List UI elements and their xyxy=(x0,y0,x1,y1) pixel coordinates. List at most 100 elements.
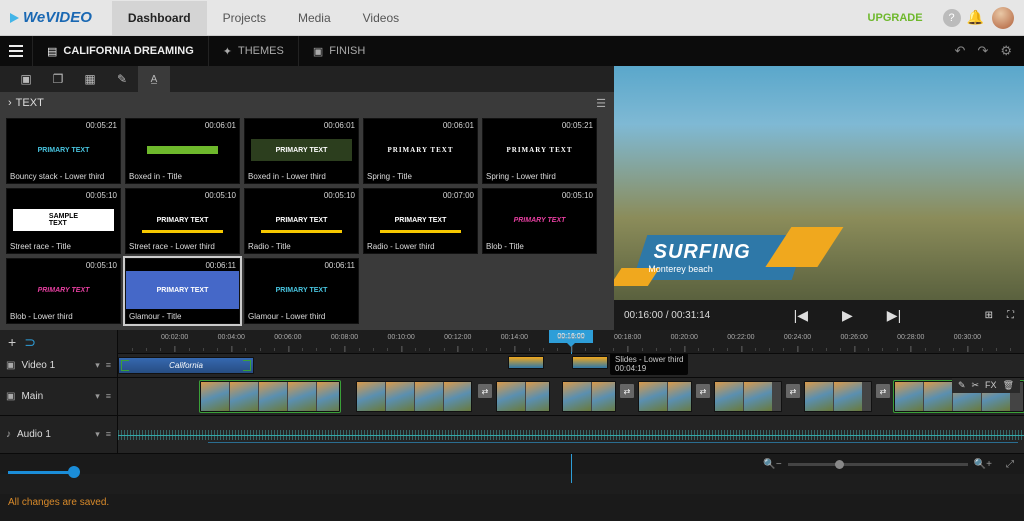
thumb-preview: PRIMARY TEXT xyxy=(489,139,590,161)
thumb-preview: PRIMARY TEXT xyxy=(132,139,233,161)
thumb-duration: 00:05:10 xyxy=(86,191,117,200)
add-track-control[interactable]: + ⊃ xyxy=(0,330,118,354)
fullscreen-icon[interactable]: ⛶ xyxy=(1007,310,1014,321)
undo-icon[interactable]: ↶ xyxy=(955,43,966,59)
text-preset-thumb[interactable]: 00:06:01PRIMARY TEXTBoxed in - Lower thi… xyxy=(244,118,359,184)
redo-icon[interactable]: ↷ xyxy=(977,43,988,59)
main-track[interactable]: ✎ ✂ FX 🗑 ⇄ ⇄ ⇄ ⇄ ⇄ xyxy=(118,378,1024,415)
finish-icon: ▣ xyxy=(313,45,323,58)
zoom-in-icon[interactable]: 🔍+ xyxy=(974,459,992,470)
delete-clip-icon[interactable]: 🗑 xyxy=(1003,380,1014,391)
text-preset-thumb[interactable]: 00:07:00PRIMARY TEXTRadio - Lower third xyxy=(363,188,478,254)
main-clip-3[interactable] xyxy=(496,381,550,412)
text-preset-thumb[interactable]: 00:05:21PRIMARY TEXTBouncy stack - Lower… xyxy=(6,118,121,184)
ruler-tick: 00:30:00 xyxy=(954,334,981,341)
upgrade-link[interactable]: UPGRADE xyxy=(868,12,923,24)
magnet-icon[interactable]: ⊃ xyxy=(24,334,36,351)
thumb-label: Spring - Lower third xyxy=(483,170,596,183)
thumb-duration: 00:05:10 xyxy=(324,191,355,200)
main-clip-5[interactable] xyxy=(638,381,692,412)
next-frame-icon[interactable]: ▶| xyxy=(887,307,901,324)
main-clip-2[interactable] xyxy=(356,381,472,412)
text-preset-thumb[interactable]: 00:06:11PRIMARY TEXTGlamour - Lower thir… xyxy=(244,258,359,324)
text-tab-icon[interactable]: A̲ xyxy=(138,66,170,92)
text-preset-thumb[interactable]: 00:05:21PRIMARY TEXTSpring - Lower third xyxy=(482,118,597,184)
zoom-out-icon[interactable]: 🔍− xyxy=(763,459,781,470)
frames-tab-icon[interactable]: ▦ xyxy=(74,66,106,92)
transition-2[interactable]: ⇄ xyxy=(620,384,634,398)
ruler-tick: 00:16:00 xyxy=(557,334,584,341)
chevron-right-icon[interactable]: › xyxy=(8,97,12,109)
track-expand-icon[interactable]: ▾ xyxy=(95,360,100,371)
avatar[interactable] xyxy=(992,7,1014,29)
text-preset-thumb[interactable]: 00:05:10PRIMARY TEXTBlob - Title xyxy=(482,188,597,254)
project-title-tab[interactable]: ▤ CALIFORNIA DREAMING xyxy=(32,36,208,66)
video1-track[interactable]: California Slides - Lower third00:04:19 xyxy=(118,354,1024,377)
project-title: CALIFORNIA DREAMING xyxy=(63,45,193,57)
video-track-icon: ▣ xyxy=(6,360,15,371)
nav-videos[interactable]: Videos xyxy=(347,1,415,35)
edit-clip-icon[interactable]: ✎ xyxy=(958,380,966,391)
track-menu-icon[interactable]: ≡ xyxy=(106,360,111,371)
thumb-label: Street race - Lower third xyxy=(126,240,239,253)
text-preset-thumb[interactable]: 00:05:10PRIMARY TEXTStreet race - Lower … xyxy=(125,188,240,254)
volume-envelope[interactable] xyxy=(208,442,1018,443)
zoom-fit-icon[interactable]: ⤢ xyxy=(1006,459,1014,470)
track-menu-icon[interactable]: ≡ xyxy=(106,391,111,402)
master-volume-slider[interactable] xyxy=(8,471,76,474)
finish-tab[interactable]: ▣ FINISH xyxy=(298,36,379,66)
layers-tab-icon[interactable]: ❐ xyxy=(42,66,74,92)
timeline-ruler[interactable]: 00:16:00 00:02:0000:04:0000:06:0000:08:0… xyxy=(118,330,1024,353)
crop-clip-icon[interactable]: ✂ xyxy=(972,380,980,391)
text-preset-thumb[interactable]: 00:05:10SAMPLETEXTStreet race - Title xyxy=(6,188,121,254)
track-menu-icon[interactable]: ≡ xyxy=(106,429,111,440)
transition-5[interactable]: ⇄ xyxy=(876,384,890,398)
preview-viewport[interactable]: SURFING Monterey beach xyxy=(614,66,1024,300)
thumb-duration: 00:06:11 xyxy=(205,261,236,270)
ruler-tick: 00:12:00 xyxy=(444,334,471,341)
library-tab-icon[interactable]: ▣ xyxy=(10,66,42,92)
fx-button[interactable]: FX xyxy=(985,380,997,390)
clip-lowerthird-a[interactable] xyxy=(508,356,544,369)
main-clip-4[interactable] xyxy=(562,381,616,412)
main-clip-6[interactable] xyxy=(714,381,782,412)
thumb-label: Glamour - Lower third xyxy=(245,310,358,323)
clip-lowerthird-b[interactable] xyxy=(572,356,608,369)
text-preset-thumb[interactable]: 00:06:11PRIMARY TEXTGlamour - Title xyxy=(125,258,240,324)
track-expand-icon[interactable]: ▾ xyxy=(95,391,100,402)
settings-icon[interactable]: ⚙ xyxy=(1000,43,1012,59)
audio1-track[interactable] xyxy=(118,416,1024,453)
nav-projects[interactable]: Projects xyxy=(207,1,282,35)
thumb-label: Blob - Lower third xyxy=(7,310,120,323)
text-preset-thumb[interactable]: 00:06:01PRIMARY TEXTSpring - Title xyxy=(363,118,478,184)
film-icon: ▤ xyxy=(47,45,57,58)
text-preset-thumb[interactable]: 00:06:01PRIMARY TEXTBoxed in - Title xyxy=(125,118,240,184)
themes-tab[interactable]: ✦ THEMES xyxy=(208,36,298,66)
help-icon[interactable]: ? xyxy=(943,9,961,27)
prev-frame-icon[interactable]: |◀ xyxy=(794,307,808,324)
transition-4[interactable]: ⇄ xyxy=(786,384,800,398)
nav-media[interactable]: Media xyxy=(282,1,347,35)
safe-zone-icon[interactable]: ⊞ xyxy=(985,310,993,321)
transition-3[interactable]: ⇄ xyxy=(696,384,710,398)
thumb-duration: 00:06:01 xyxy=(205,121,236,130)
text-preset-thumb[interactable]: 00:05:10PRIMARY TEXTRadio - Title xyxy=(244,188,359,254)
edit-tab-icon[interactable]: ✎ xyxy=(106,66,138,92)
thumb-label: Radio - Lower third xyxy=(364,240,477,253)
play-icon[interactable]: ▶ xyxy=(842,307,853,324)
thumb-duration: 00:05:21 xyxy=(86,121,117,130)
notifications-icon[interactable]: 🔔 xyxy=(967,9,984,26)
menu-icon[interactable] xyxy=(0,36,32,66)
thumb-duration: 00:07:00 xyxy=(443,191,474,200)
zoom-slider[interactable] xyxy=(788,463,968,466)
transition-1[interactable]: ⇄ xyxy=(478,384,492,398)
main-clip-1[interactable] xyxy=(200,381,340,412)
track-expand-icon[interactable]: ▾ xyxy=(95,429,100,440)
text-preset-thumb[interactable]: 00:05:10PRIMARY TEXTBlob - Lower third xyxy=(6,258,121,324)
main-clip-7[interactable] xyxy=(804,381,872,412)
nav-dashboard[interactable]: Dashboard xyxy=(112,1,207,35)
preview-controls: 00:16:00 / 00:31:14 |◀ ▶ ▶| ⊞ ⛶ xyxy=(614,300,1024,330)
clip-california-title[interactable]: California xyxy=(118,357,254,374)
list-view-icon[interactable]: ☰ xyxy=(596,97,606,110)
thumb-duration: 00:05:10 xyxy=(86,261,117,270)
